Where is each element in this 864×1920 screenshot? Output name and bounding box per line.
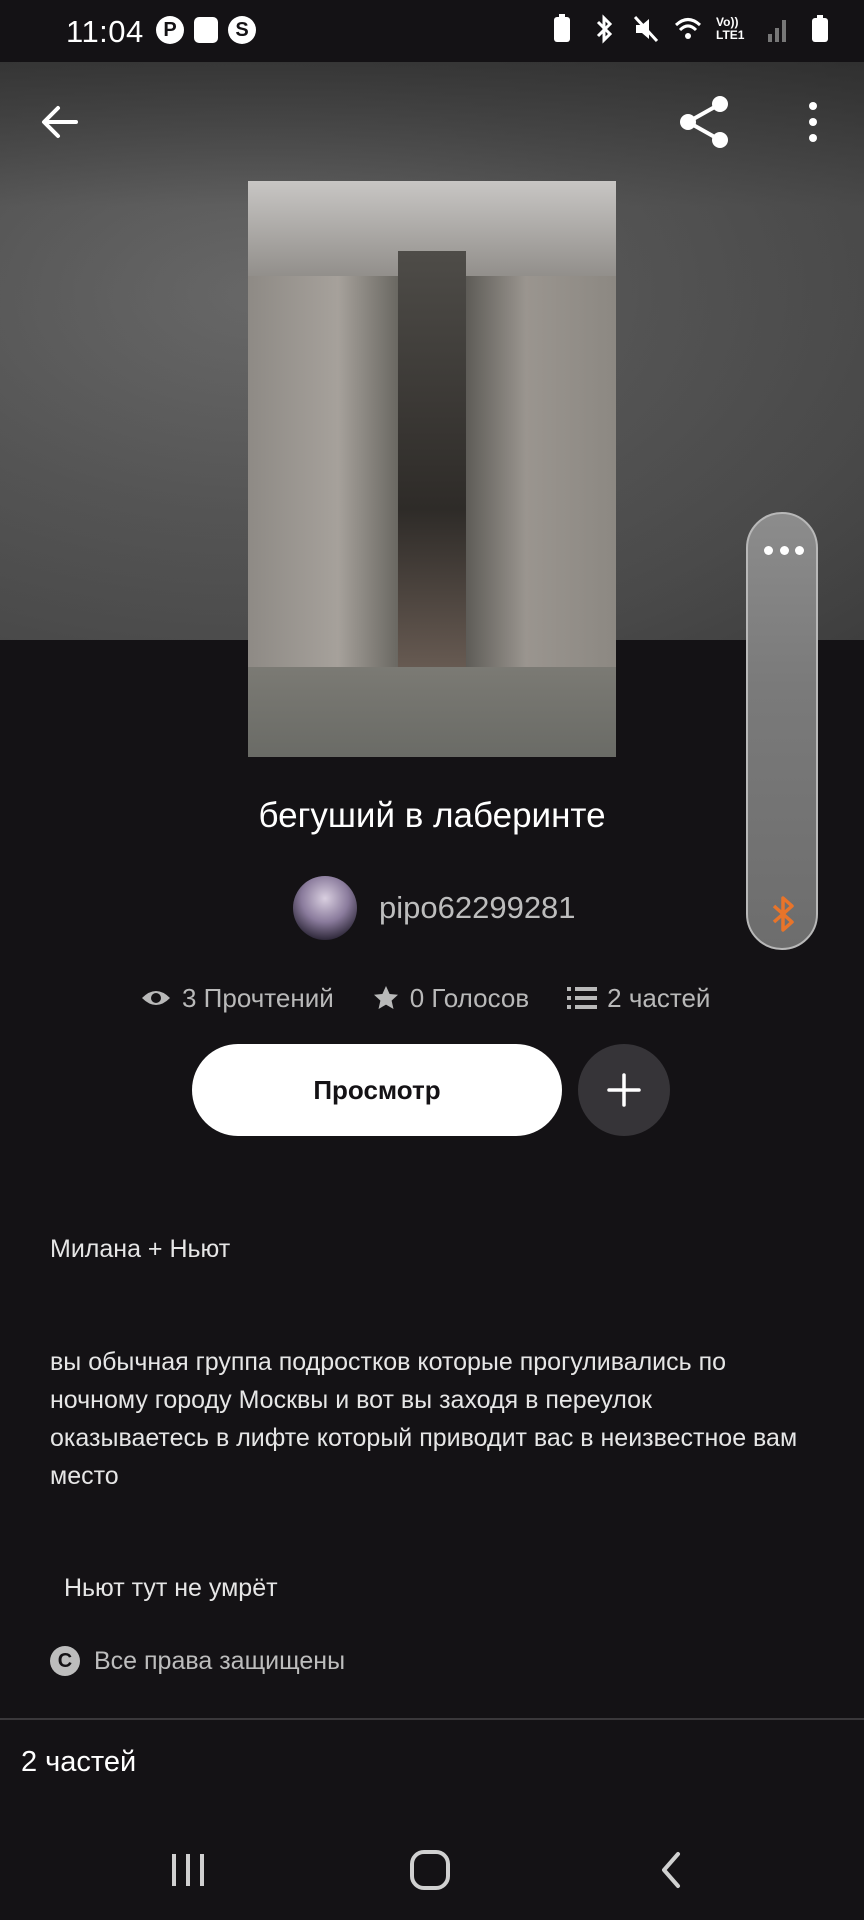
author-row[interactable]: pipo62299281	[293, 876, 576, 940]
signal-icon	[768, 20, 786, 42]
more-horizontal-icon[interactable]	[764, 546, 804, 556]
description-paragraph: вы обычная группа подростков которые про…	[50, 1348, 798, 1490]
battery-icon	[812, 15, 828, 42]
star-icon	[373, 986, 398, 1009]
stats-row: 3 Прочтений 0 Голосов 2 частей	[140, 978, 748, 1018]
shazam-icon: S	[228, 16, 256, 44]
more-vertical-button[interactable]	[800, 98, 826, 146]
cover-ground	[248, 667, 616, 757]
parts-stat: 2 частей	[567, 983, 710, 1014]
votes-count: 0 Голосов	[409, 982, 530, 1013]
book-cover-image[interactable]	[248, 181, 616, 757]
pinterest-icon: P	[156, 16, 184, 44]
eye-icon	[142, 991, 170, 1005]
mute-icon	[633, 15, 659, 43]
author-name[interactable]: pipo62299281	[379, 890, 576, 926]
cover-corridor	[398, 251, 466, 721]
cover-wall-left	[248, 276, 398, 696]
wifi-icon	[674, 18, 702, 39]
battery-saver-icon	[554, 14, 570, 42]
parts-section-header[interactable]: 2 частей	[21, 1746, 136, 1779]
book-title: бегуший в лаберинте	[258, 796, 606, 835]
cover-wall-right	[466, 276, 616, 696]
avatar[interactable]	[293, 876, 357, 940]
list-icon	[567, 987, 598, 1009]
recent-apps-icon[interactable]	[168, 1850, 208, 1890]
back-icon[interactable]	[656, 1850, 686, 1890]
copyright-text: Все права защищены	[94, 1646, 346, 1675]
share-button[interactable]	[676, 94, 732, 150]
volte-lte1-icon: Vo)) LTE1	[716, 15, 745, 42]
status-bar: 11:04 P S Vo)) LTE1	[0, 0, 864, 62]
reads-stat: 3 Прочтений	[140, 983, 334, 1014]
floating-edge-panel[interactable]	[746, 512, 818, 950]
back-button[interactable]	[36, 98, 84, 146]
bluetooth-icon	[596, 14, 613, 44]
parts-count: 2 частей	[607, 982, 711, 1013]
copyright-icon: C	[50, 1646, 80, 1676]
bluetooth-icon[interactable]	[768, 894, 798, 934]
divider	[0, 1718, 864, 1720]
plus-icon	[607, 1073, 641, 1107]
description-line-1: Милана + Ньют	[50, 1235, 231, 1263]
copyright-row: C Все права защищены	[50, 1646, 345, 1676]
votes-stat: 0 Голосов	[372, 983, 529, 1014]
reads-count: 3 Прочтений	[182, 982, 334, 1013]
calendar-icon	[194, 17, 218, 43]
status-left-icons: P S	[156, 16, 256, 44]
status-right-icons: Vo)) LTE1	[548, 14, 834, 44]
read-button[interactable]: Просмотр	[192, 1044, 562, 1136]
add-to-library-button[interactable]	[578, 1044, 670, 1136]
home-icon[interactable]	[408, 1848, 452, 1892]
system-nav-bar	[0, 1820, 864, 1920]
description-line-3: Ньют тут не умрёт	[57, 1574, 278, 1602]
status-time: 11:04	[66, 14, 144, 49]
